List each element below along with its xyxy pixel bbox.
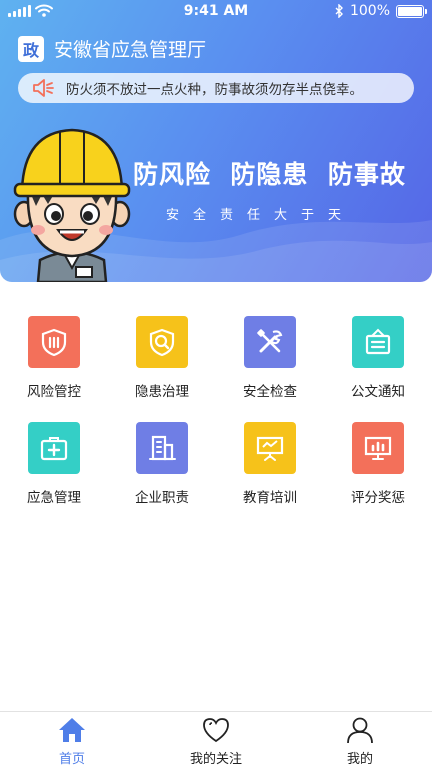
grid-item-hazard[interactable]: 隐患治理 (108, 316, 216, 406)
battery-icon (396, 4, 427, 18)
tab-profile-label: 我的 (346, 752, 373, 767)
grid-item-enterprise[interactable]: 企业职责 (108, 422, 216, 512)
tab-following-label: 我的关注 (189, 752, 242, 767)
grid-tile-training (244, 422, 296, 474)
heart-icon (203, 718, 229, 743)
bluetooth-icon (335, 4, 343, 18)
grid-tile-scoring (352, 422, 404, 474)
tab-following[interactable]: 我的关注 (144, 712, 288, 769)
shield-icon (41, 328, 67, 357)
grid-label: 企业职责 (135, 490, 189, 506)
grid-item-risk-control[interactable]: 风险管控 (0, 316, 108, 406)
subslogan: 安全责任大于天 (166, 208, 356, 223)
home-icon (59, 718, 85, 742)
page-title: 安徽省应急管理厅 (54, 39, 207, 61)
grid-label: 教育培训 (243, 490, 297, 506)
grid-item-notices[interactable]: 公文通知 (324, 316, 432, 406)
grid-tile-hazard (136, 316, 188, 368)
user-icon (347, 717, 373, 744)
grid-label: 安全检查 (243, 384, 297, 400)
gov-badge: 政 (18, 35, 44, 62)
grid-tile-risk (28, 316, 80, 368)
notice-text: 防火须不放过一点火种，防事故须勿存半点侥幸。 (66, 82, 363, 98)
search-shield-icon (149, 328, 175, 357)
grid-item-training[interactable]: 教育培训 (216, 422, 324, 512)
grid-label: 应急管理 (27, 490, 81, 506)
notice-bar[interactable]: 防火须不放过一点火种，防事故须勿存半点侥幸。 (18, 73, 414, 103)
grid-tile-enterprise (136, 422, 188, 474)
building-icon (149, 435, 176, 461)
grid-item-safety-check[interactable]: 安全检查 (216, 316, 324, 406)
mascot-worker-illustration (13, 128, 131, 282)
grid-tile-check (244, 316, 296, 368)
app-title-row: 政 安徽省应急管理厅 (18, 35, 206, 62)
bottom-tab-bar: 首页 我的关注 我的 (0, 711, 432, 769)
tab-home[interactable]: 首页 (0, 712, 144, 769)
grid-label: 风险管控 (27, 384, 81, 400)
notice-board-icon (365, 328, 391, 355)
grid-tile-notices (352, 316, 404, 368)
header-banner: 9:41 AM 100% 政 安徽省应急管理厅 防火须不放过一点火种，防事故须勿… (0, 0, 432, 282)
slogan: 防风险 防隐患 防事故 (133, 160, 406, 189)
speaker-icon (33, 79, 54, 97)
grid-tile-emergency (28, 422, 80, 474)
presentation-board-icon (256, 436, 284, 461)
grid-item-scoring[interactable]: 评分奖惩 (324, 422, 432, 512)
status-bar: 9:41 AM 100% (0, 0, 432, 24)
tab-profile[interactable]: 我的 (288, 712, 432, 769)
tab-home-label: 首页 (58, 752, 85, 767)
bar-chart-icon (364, 436, 392, 460)
battery-percent: 100% (349, 3, 390, 19)
tools-icon (257, 329, 283, 353)
first-aid-kit-icon (40, 437, 68, 461)
grid-label: 评分奖惩 (351, 490, 405, 506)
grid-item-emergency[interactable]: 应急管理 (0, 422, 108, 512)
grid-label: 隐患治理 (135, 384, 189, 400)
grid-label: 公文通知 (351, 384, 405, 400)
